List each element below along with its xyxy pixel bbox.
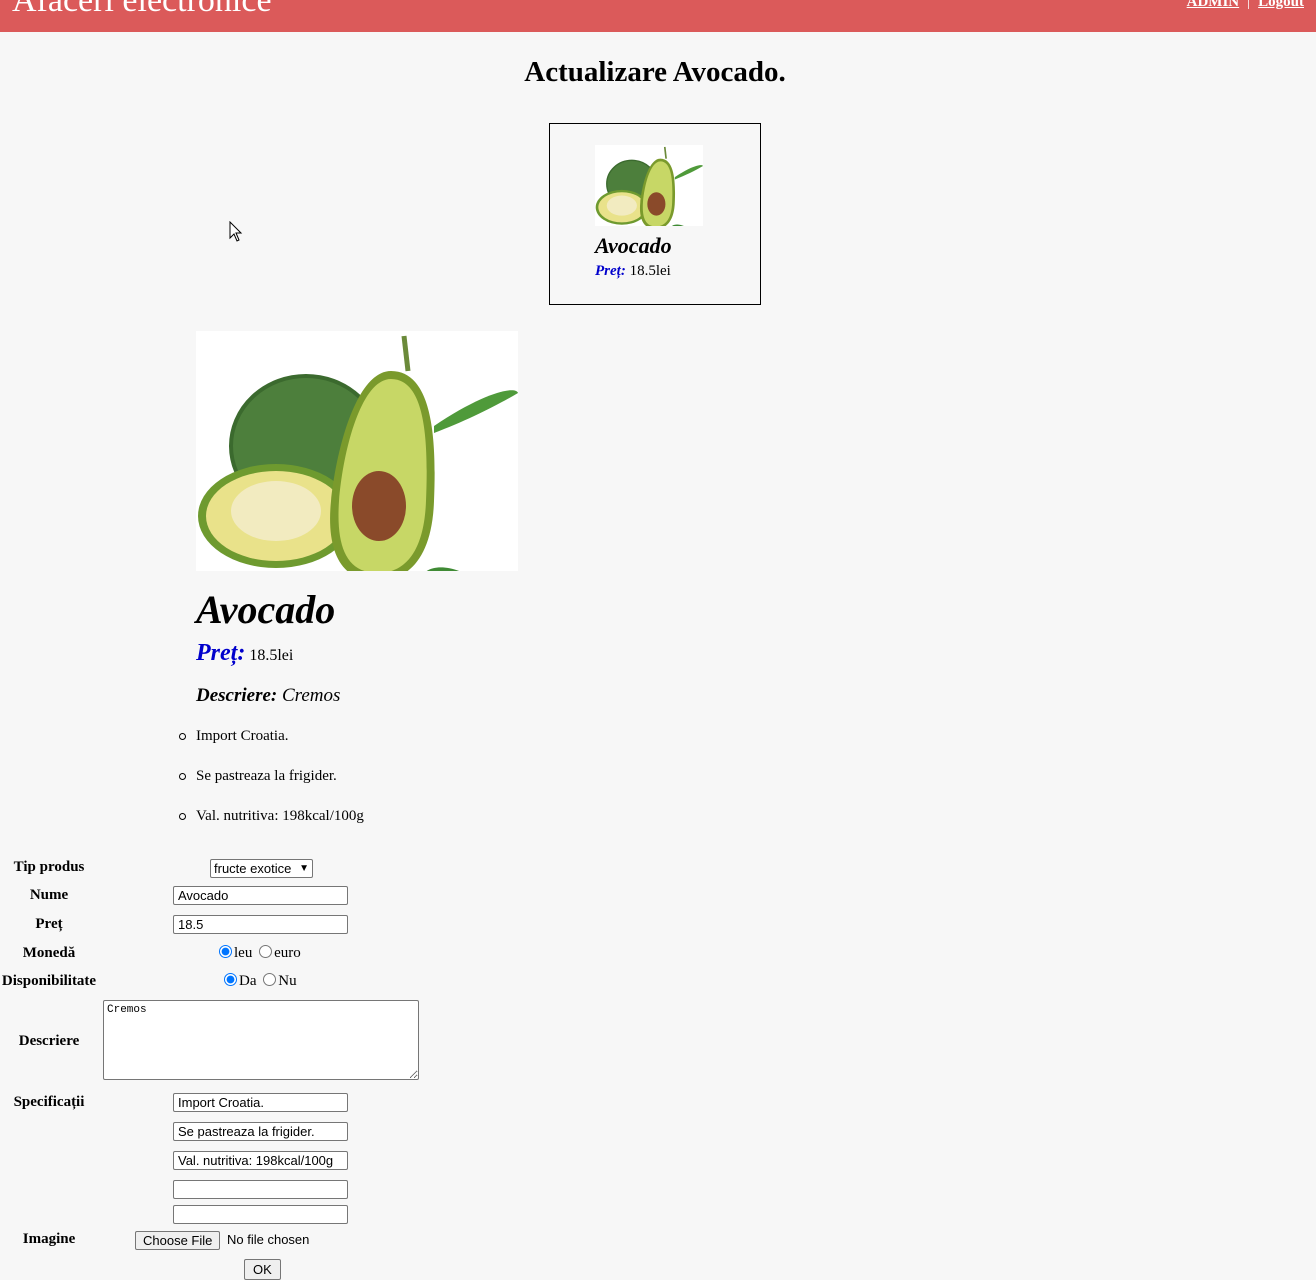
availability-option-nu[interactable]: Nu [263,973,297,989]
price-input[interactable]: 18.5 [173,915,348,934]
currency-option-euro[interactable]: euro [259,945,301,961]
spec-input-2[interactable]: Se pastreaza la frigider. [173,1122,348,1141]
product-image [196,331,518,571]
card-price: Preț: 18.5lei [595,263,671,280]
top-header: Afaceri electronice ADMIN | Logout [0,0,1316,32]
choose-file-button[interactable]: Choose File [135,1231,221,1250]
site-title: Afaceri electronice [12,0,272,19]
spec-input-1[interactable]: Import Croatia. [173,1093,348,1112]
specs-label: Specificații [13,1094,85,1110]
admin-link[interactable]: ADMIN [1187,0,1240,10]
product-description: Descriere: Cremos [196,685,340,707]
name-label: Nume [29,887,69,903]
availability-da-label: Da [239,973,257,989]
price-label: Preț [35,916,63,932]
availability-radio-da[interactable] [224,973,237,986]
product-description-value: Cremos [282,685,341,706]
product-type-select[interactable]: fructe exotice ▼ [210,859,313,878]
type-label: Tip produs [13,859,85,875]
product-card[interactable]: Avocado Preț: 18.5lei [549,123,761,305]
product-name: Avocado [196,587,336,632]
chevron-down-icon: ▼ [299,863,309,874]
product-type-selected: fructe exotice [214,861,292,876]
product-price-label: Preț: [196,640,246,666]
currency-radio-euro[interactable] [259,945,273,958]
image-label: Imagine [22,1231,76,1247]
spec-item: Import Croatia. [179,722,364,762]
header-links: ADMIN | Logout [1187,0,1304,11]
card-avocado-image [595,145,703,226]
card-price-label: Preț: [595,263,626,279]
description-label: Descriere [18,1033,80,1049]
currency-euro-label: euro [274,945,301,961]
currency-label: Monedă [22,945,76,961]
spec-item: Se pastreaza la frigider. [179,762,364,802]
currency-radio-group: leu euro [219,945,304,962]
product-price: Preț: 18.5lei [196,640,293,667]
availability-label: Disponibilitate [1,973,97,989]
link-separator: | [1247,0,1251,10]
spec-input-5[interactable] [173,1205,348,1224]
availability-nu-label: Nu [278,973,297,989]
page-heading: Actualizare Avocado. [524,56,786,88]
availability-radio-nu[interactable] [263,973,277,986]
product-description-label: Descriere: [196,685,278,706]
spec-input-4[interactable] [173,1180,348,1199]
product-price-value: 18.5lei [249,647,294,664]
ok-button[interactable]: OK [244,1259,281,1280]
currency-radio-leu[interactable] [219,945,232,958]
currency-leu-label: leu [234,945,253,961]
product-specs: Import Croatia. Se pastreaza la frigider… [179,722,364,842]
card-price-value: 18.5lei [629,263,671,279]
description-textarea[interactable]: Cremos [103,1000,419,1080]
spec-item: Val. nutritiva: 198kcal/100g [179,802,364,842]
logout-link[interactable]: Logout [1258,0,1304,10]
file-status: No file chosen [227,1232,310,1247]
availability-option-da[interactable]: Da [224,973,257,989]
availability-radio-group: Da Nu [224,973,300,990]
name-input[interactable]: Avocado [173,886,348,905]
card-product-name: Avocado [595,233,672,258]
currency-option-leu[interactable]: leu [219,945,252,961]
spec-input-3[interactable]: Val. nutritiva: 198kcal/100g [173,1151,348,1170]
mouse-cursor-icon [229,221,243,242]
